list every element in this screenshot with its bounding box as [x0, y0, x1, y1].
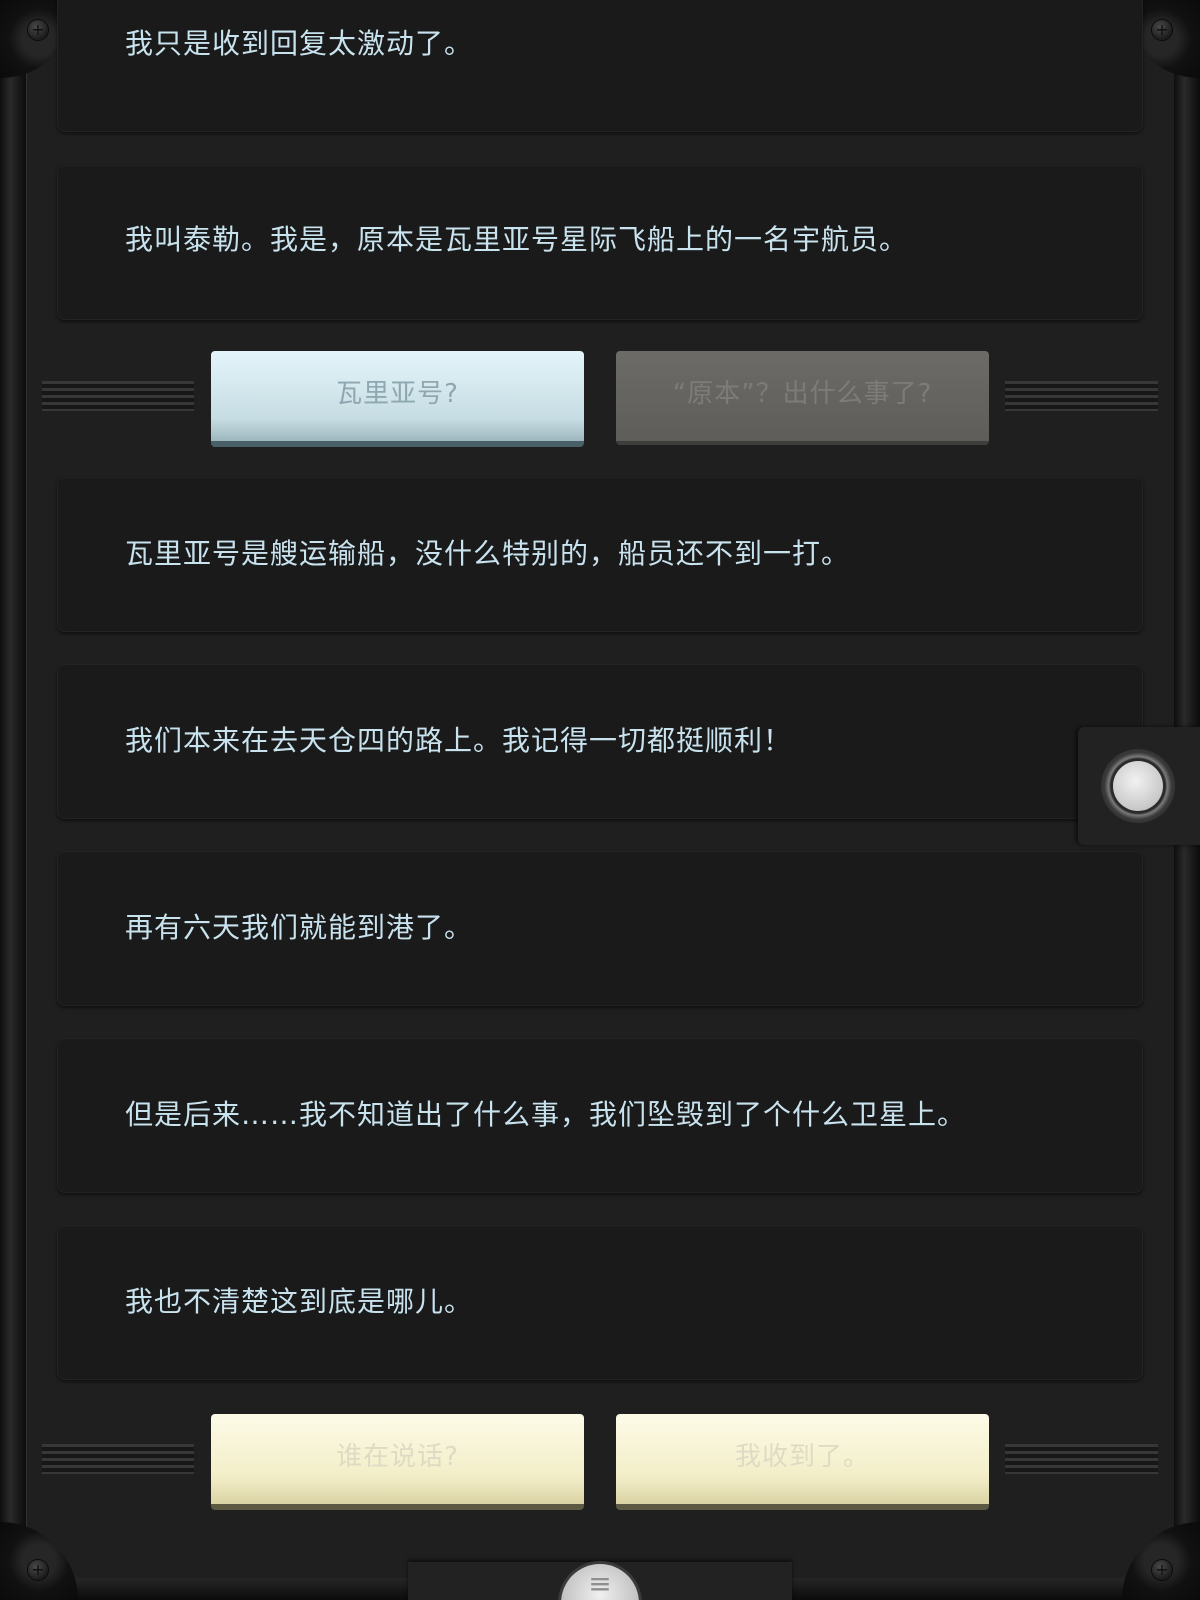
decorative-groove: [1005, 1444, 1158, 1474]
message-bubble: 我只是收到回复太激动了。: [57, 0, 1143, 132]
screw-icon: +: [28, 1560, 48, 1580]
choice-button-disabled[interactable]: “原本”？出什么事了?: [616, 351, 989, 445]
message-bubble: 我叫泰勒。我是，原本是瓦里亚号星际飞船上的一名宇航员。: [57, 165, 1143, 320]
message-bubble: 但是后来……我不知道出了什么事，我们坠毁到了个什么卫星上。: [57, 1038, 1143, 1193]
message-text: 瓦里亚号是艘运输船，没什么特别的，船员还不到一打。: [125, 537, 851, 570]
message-bubble: 我也不清楚这到底是哪儿。: [57, 1225, 1143, 1380]
decorative-groove: [1005, 381, 1158, 411]
screw-icon: +: [1152, 20, 1172, 40]
message-bubble: 再有六天我们就能到港了。: [57, 851, 1143, 1006]
message-text: 我只是收到回复太激动了。: [125, 27, 474, 60]
message-text: 再有六天我们就能到港了。: [125, 911, 474, 944]
message-text: 我们本来在去天仓四的路上。我记得一切都挺顺利！: [125, 724, 793, 757]
choice-button-received[interactable]: 我收到了。: [616, 1414, 989, 1510]
decorative-groove: [42, 381, 194, 411]
choice-button-who-is-speaking[interactable]: 谁在说话?: [211, 1414, 584, 1510]
decorative-groove: [42, 1444, 194, 1474]
circle-toggle-icon[interactable]: [1101, 749, 1175, 823]
message-text: 我也不清楚这到底是哪儿。: [125, 1285, 474, 1318]
toggle-knob-face: [1113, 761, 1163, 811]
choice-button-selected[interactable]: 瓦里亚号?: [211, 351, 584, 447]
message-text: 但是后来……我不知道出了什么事，我们坠毁到了个什么卫星上。: [125, 1098, 967, 1131]
screw-icon: +: [1152, 1560, 1172, 1580]
left-rail: [0, 0, 26, 1600]
message-bubble: 我们本来在去天仓四的路上。我记得一切都挺顺利！: [57, 664, 1143, 819]
message-bubble: 瓦里亚号是艘运输船，没什么特别的，船员还不到一打。: [57, 477, 1143, 632]
message-text: 我叫泰勒。我是，原本是瓦里亚号星际飞船上的一名宇航员。: [125, 223, 909, 256]
screw-icon: +: [28, 20, 48, 40]
